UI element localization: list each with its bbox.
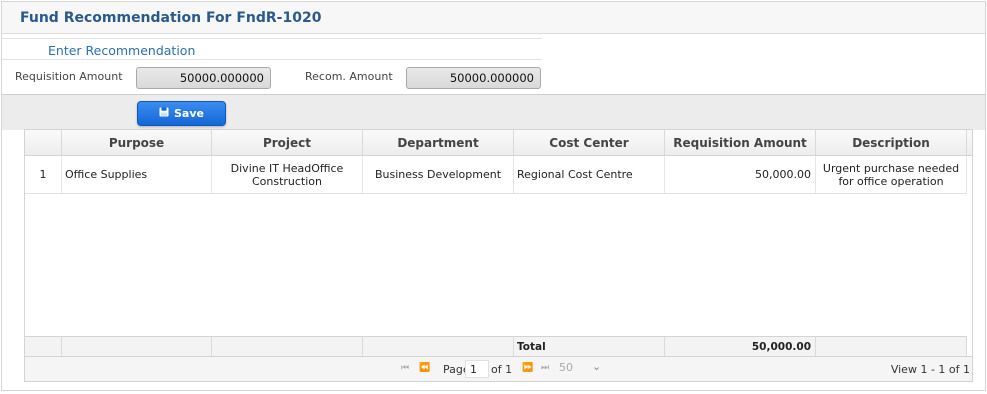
table-row-num: 1	[25, 156, 62, 194]
grid-header-description[interactable]: Description	[816, 130, 967, 156]
fund-recommendation-panel: Fund Recommendation For FndR-1020 Enter …	[1, 1, 986, 391]
grid-header-purpose[interactable]: Purpose	[62, 130, 212, 156]
grid-header-cost-center[interactable]: Cost Center	[514, 130, 665, 156]
title-bar: Fund Recommendation For FndR-1020	[2, 2, 985, 34]
save-label: Save	[174, 107, 204, 120]
table-cell-requisition-amount[interactable]: 50,000.00	[665, 156, 816, 194]
save-button[interactable]: Save	[137, 101, 226, 126]
grid-header-rownum	[25, 130, 62, 156]
rows-per-page-select[interactable]: 50 ⌄	[559, 360, 605, 378]
requisition-amount-field[interactable]: 50000.000000	[136, 67, 271, 89]
table-cell-department[interactable]: Business Development	[363, 156, 514, 194]
page-input[interactable]: 1	[465, 360, 489, 378]
next-page-icon[interactable]: ⏩	[522, 363, 533, 373]
grid-footer-total-value: 50,000.00	[665, 336, 816, 356]
grid-footer-rownum	[25, 336, 62, 356]
table-cell-purpose[interactable]: Office Supplies	[62, 156, 212, 194]
page-title: Fund Recommendation For FndR-1020	[20, 10, 322, 26]
grid-footer-department	[363, 336, 514, 356]
grid-header-requisition-amount[interactable]: Requisition Amount	[665, 130, 816, 156]
section-header: Enter Recommendation	[2, 38, 542, 60]
table-cell-cost-center[interactable]: Regional Cost Centre	[514, 156, 665, 194]
recom-amount-field[interactable]: 50000.000000	[406, 67, 541, 89]
first-page-icon[interactable]: ⏮	[401, 363, 409, 373]
table-cell-project[interactable]: Divine IT HeadOffice Construction	[212, 156, 363, 194]
table-cell-description[interactable]: Urgent purchase needed for office operat…	[816, 156, 967, 194]
grid-footer-description	[816, 336, 967, 356]
view-records-text: View 1 - 1 of 1	[890, 363, 970, 376]
pager: ⏮ ⏪ Page 1 of 1 ⏩ ⏭ 50 ⌄ View 1 - 1 of 1	[25, 356, 972, 381]
grid-header-department[interactable]: Department	[363, 130, 514, 156]
rows-per-page-value: 50	[559, 361, 573, 374]
section-title: Enter Recommendation	[48, 43, 196, 58]
recom-amount-label: Recom. Amount	[305, 70, 393, 83]
last-page-icon[interactable]: ⏭	[541, 363, 549, 373]
grid-footer-purpose	[62, 336, 212, 356]
requisition-amount-label: Requisition Amount	[15, 70, 123, 83]
chevron-down-icon: ⌄	[592, 360, 602, 373]
grid-footer-project	[212, 336, 363, 356]
floppy-disk-icon	[159, 107, 169, 120]
recommendation-grid: Purpose Project Department Cost Center R…	[24, 129, 973, 382]
page-count-label: of 1	[491, 363, 513, 376]
toolbar: Save	[2, 94, 985, 130]
grid-footer-total-label: Total	[514, 336, 665, 356]
grid-header-spacer	[967, 130, 972, 156]
grid-header-project[interactable]: Project	[212, 130, 363, 156]
prev-page-icon[interactable]: ⏪	[419, 363, 430, 373]
